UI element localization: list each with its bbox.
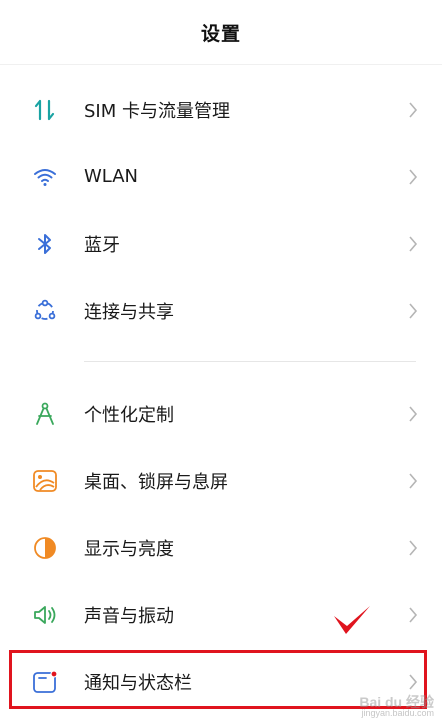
settings-item-label: 连接与共享: [84, 301, 174, 323]
display-brightness-icon: [31, 534, 59, 562]
settings-item-personalization[interactable]: 个性化定制: [0, 380, 442, 447]
chevron-right-icon: [408, 302, 418, 320]
chevron-right-icon: [408, 235, 418, 253]
settings-item-label: 声音与振动: [84, 605, 174, 627]
watermark: Bai du 经验 jingyan.baidu.com: [359, 694, 434, 719]
personalization-icon: [31, 400, 59, 428]
chevron-right-icon: [408, 101, 418, 119]
page-title: 设置: [200, 22, 241, 45]
settings-screen: 设置 SIM 卡与流量管理 WLAN 蓝牙 连接与共享 个性化定制 桌面、锁屏与…: [0, 0, 442, 723]
bluetooth-icon: [31, 230, 59, 258]
settings-item-connection-share[interactable]: 连接与共享: [0, 277, 442, 344]
connection-share-icon: [31, 297, 59, 325]
wifi-icon: [31, 163, 59, 191]
header: 设置: [0, 0, 442, 65]
settings-item-display-brightness[interactable]: 显示与亮度: [0, 514, 442, 581]
watermark-url: jingyan.baidu.com: [361, 708, 434, 718]
settings-item-label: WLAN: [84, 166, 139, 187]
settings-item-label: SIM 卡与流量管理: [84, 100, 230, 122]
settings-item-label: 个性化定制: [84, 404, 174, 426]
watermark-brand: Bai du 经验: [359, 694, 434, 710]
sim-data-icon: [31, 96, 59, 124]
divider: [84, 361, 416, 362]
settings-item-label: 桌面、锁屏与息屏: [84, 471, 228, 493]
checkmark-annotation-icon: [334, 606, 370, 634]
connectivity-group: SIM 卡与流量管理 WLAN 蓝牙 连接与共享: [0, 76, 442, 344]
chevron-right-icon: [408, 539, 418, 557]
settings-item-label: 蓝牙: [84, 234, 120, 256]
settings-item-sim-data[interactable]: SIM 卡与流量管理: [0, 76, 442, 143]
settings-item-wlan[interactable]: WLAN: [0, 143, 442, 210]
chevron-right-icon: [408, 472, 418, 490]
chevron-right-icon: [408, 405, 418, 423]
chevron-right-icon: [408, 168, 418, 186]
settings-item-sound-vibration[interactable]: 声音与振动: [0, 581, 442, 648]
wallpaper-icon: [31, 467, 59, 495]
settings-item-wallpaper[interactable]: 桌面、锁屏与息屏: [0, 447, 442, 514]
sound-vibration-icon: [31, 601, 59, 629]
chevron-right-icon: [408, 606, 418, 624]
settings-item-bluetooth[interactable]: 蓝牙: [0, 210, 442, 277]
settings-item-label: 显示与亮度: [84, 538, 174, 560]
